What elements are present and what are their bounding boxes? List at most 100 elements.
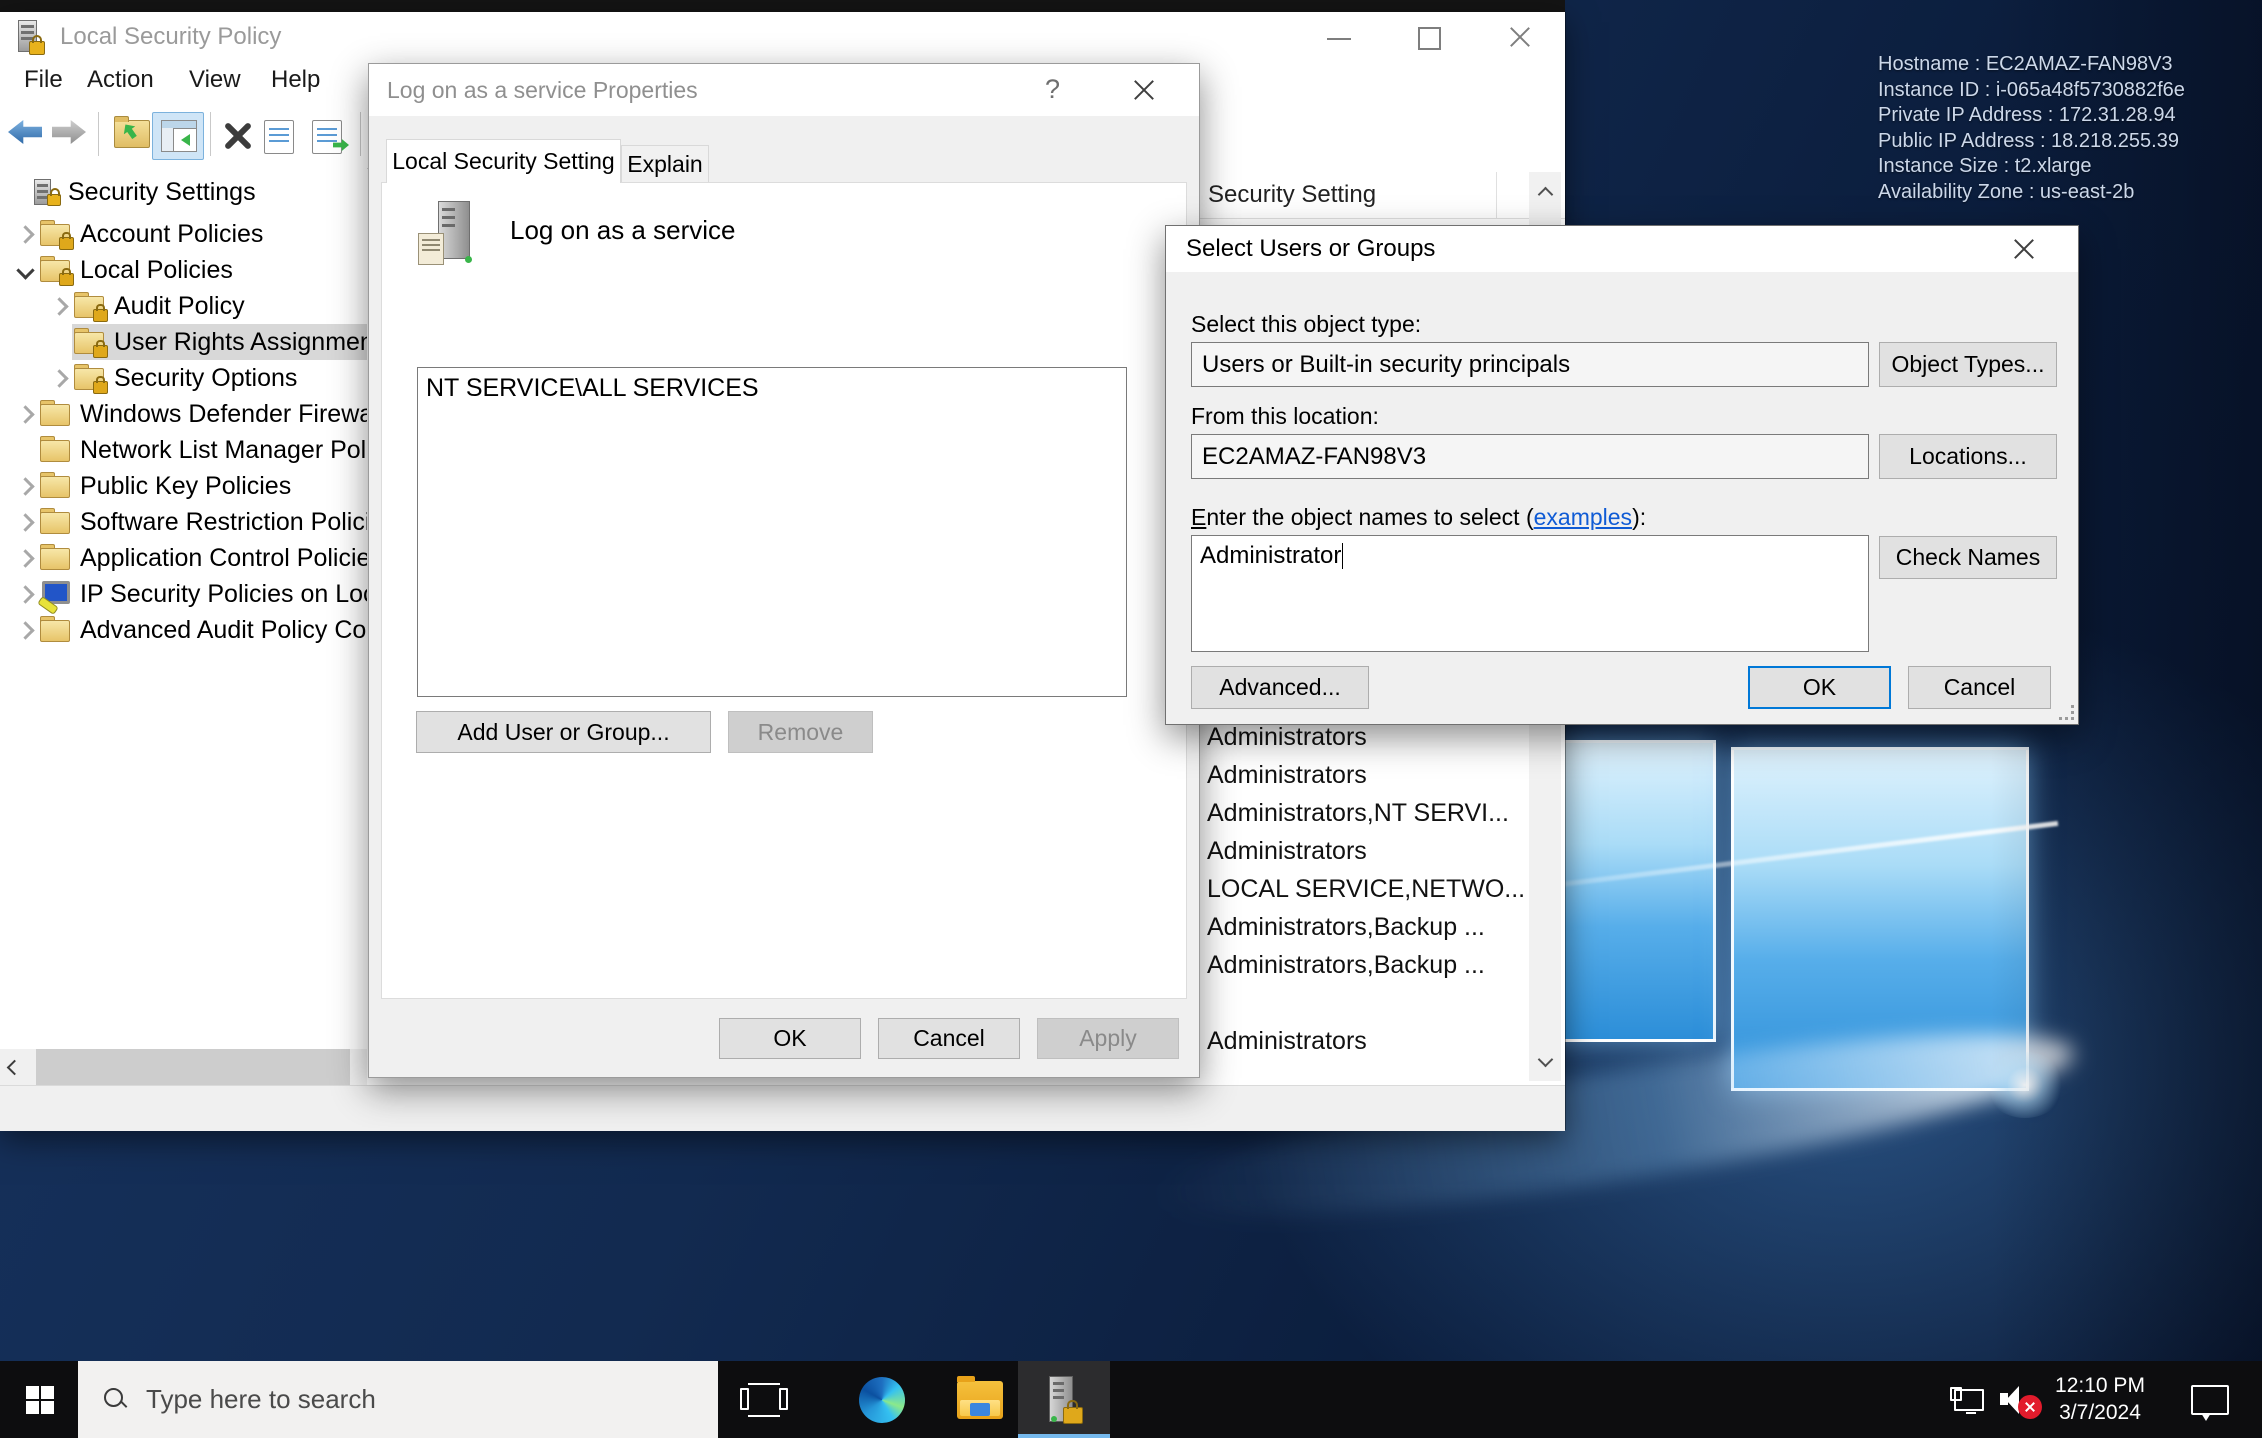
scroll-up-icon[interactable] [1529,172,1561,212]
close-icon[interactable] [1131,77,1157,103]
window-titlebar[interactable]: Local Security Policy [0,12,1565,62]
members-listbox[interactable]: NT SERVICE\ALL SERVICES [417,367,1127,697]
cancel-button[interactable]: Cancel [1908,666,2051,709]
tree-item[interactable]: Advanced Audit Policy Configuration [0,612,367,648]
expander-icon [50,297,68,315]
folder-lock-icon [40,257,72,283]
add-user-or-group-button[interactable]: Add User or Group... [416,711,711,753]
toolbar-separator [360,112,361,156]
local-security-policy-icon [1049,1376,1079,1424]
instance-info-overlay: Hostname : EC2AMAZ-FAN98V3Instance ID : … [1878,52,2248,205]
expander-icon [16,549,34,567]
console-tree-toggle-icon[interactable] [152,112,204,160]
screen: Hostname : EC2AMAZ-FAN98V3Instance ID : … [0,0,2262,1438]
ok-button[interactable]: OK [1748,666,1891,709]
minimize-button[interactable] [1308,12,1370,62]
tree-item[interactable]: Software Restriction Policies [0,504,367,540]
expander-icon [16,261,34,279]
file-explorer-icon [957,1381,1003,1419]
clock-date: 3/7/2024 [2059,1401,2141,1425]
network-tray-button[interactable] [1944,1361,1990,1438]
export-icon[interactable] [114,120,150,150]
object-types-button[interactable]: Object Types... [1879,342,2057,387]
file-explorer-button[interactable] [950,1361,1010,1438]
dialog-titlebar[interactable]: Select Users or Groups [1166,226,2078,272]
tree-item[interactable]: IP Security Policies on Local Computer [0,576,367,612]
tree-item[interactable]: Application Control Policies [0,540,367,576]
edge-icon [859,1377,905,1423]
object-names-label-accesskey: E [1191,504,1206,530]
menu-action[interactable]: Action [87,66,154,94]
tree-item[interactable]: Audit Policy [0,288,367,324]
object-names-value: Administrator [1200,542,1341,569]
volume-tray-button[interactable] [1994,1361,2046,1438]
help-icon[interactable]: ? [1045,74,1060,105]
text-cursor [1342,543,1343,569]
locations-button[interactable]: Locations... [1879,434,2057,479]
tree-item[interactable]: Security Options [0,360,367,396]
tree-item-security-settings[interactable]: Security Settings [0,174,367,210]
close-icon[interactable] [2011,236,2037,262]
delete-icon[interactable] [222,120,258,150]
scroll-left-icon[interactable] [0,1049,28,1085]
action-center-button[interactable] [2182,1361,2238,1438]
tab-local-security-setting[interactable]: Local Security Setting [386,139,621,183]
start-button[interactable] [14,1361,66,1438]
list-icon[interactable] [264,120,300,150]
tree-item[interactable]: Public Key Policies [0,468,367,504]
member-item[interactable]: NT SERVICE\ALL SERVICES [418,368,1126,403]
remove-button: Remove [728,711,873,753]
start-icon [26,1386,54,1414]
tree-item[interactable]: Network List Manager Policies [0,432,367,468]
tree-item[interactable]: User Rights Assignment [0,324,367,360]
toolbar-separator [210,112,211,156]
action-center-icon [2191,1385,2229,1415]
object-names-input[interactable]: Administrator [1191,535,1869,652]
tree-item[interactable]: Account Policies [0,216,367,252]
edge-button[interactable] [852,1361,912,1438]
close-button[interactable] [1489,12,1551,62]
tree-item-label: Local Policies [80,256,233,285]
check-names-button[interactable]: Check Names [1879,536,2057,579]
folder-icon [40,473,72,499]
tree-item[interactable]: Local Policies [0,252,367,288]
instance-info-line: Public IP Address : 18.218.255.39 [1878,129,2248,155]
taskbar-clock[interactable]: 12:10 PM 3/7/2024 [2040,1361,2160,1438]
tree-item-label: Windows Defender Firewall with Advanced … [80,400,367,429]
menu-view[interactable]: View [189,66,241,94]
location-field: EC2AMAZ-FAN98V3 [1191,434,1869,479]
tab-page: Log on as a service NT SERVICE\ALL SERVI… [381,182,1187,999]
export-list-icon[interactable] [312,120,348,150]
local-security-policy-taskbar-icon-wrap[interactable] [1030,1361,1098,1438]
ok-button[interactable]: OK [719,1018,861,1059]
dialog-titlebar[interactable]: Log on as a service Properties [369,64,1199,116]
column-header-security-setting[interactable]: Security Setting [1198,172,1497,218]
instance-info-line: Availability Zone : us-east-2b [1878,180,2248,206]
forward-icon[interactable] [52,120,88,150]
task-view-button[interactable] [736,1361,792,1438]
console-tree: Security Settings Account Policies Local… [0,168,367,1049]
examples-link[interactable]: examples [1534,504,1632,530]
advanced-button[interactable]: Advanced... [1191,666,1369,709]
back-icon[interactable] [8,120,44,150]
task-view-icon [748,1383,780,1417]
minimize-icon [1327,38,1351,40]
security-setting-value: Administrators,Backup ... [1207,913,1485,942]
cancel-button[interactable]: Cancel [878,1018,1020,1059]
security-setting-value: Administrators,NT SERVI... [1207,799,1509,828]
tree-horizontal-scrollbar[interactable] [0,1049,367,1085]
toolbar-separator [98,112,99,156]
menu-file[interactable]: File [24,66,63,94]
resize-grip[interactable] [2060,706,2074,720]
menu-help[interactable]: Help [271,66,320,94]
tab-explain[interactable]: Explain [621,145,709,183]
search-box[interactable]: Type here to search [78,1361,718,1438]
instance-info-line: Instance Size : t2.xlarge [1878,154,2248,180]
scroll-down-icon[interactable] [1529,1041,1561,1081]
scrollbar-thumb[interactable] [36,1049,350,1085]
tree-item-label: Network List Manager Policies [80,436,367,465]
maximize-button[interactable] [1397,12,1459,62]
tree-item[interactable]: Windows Defender Firewall with Advanced … [0,396,367,432]
clock-time: 12:10 PM [2055,1374,2145,1398]
tree-item-label: Security Options [114,364,297,393]
